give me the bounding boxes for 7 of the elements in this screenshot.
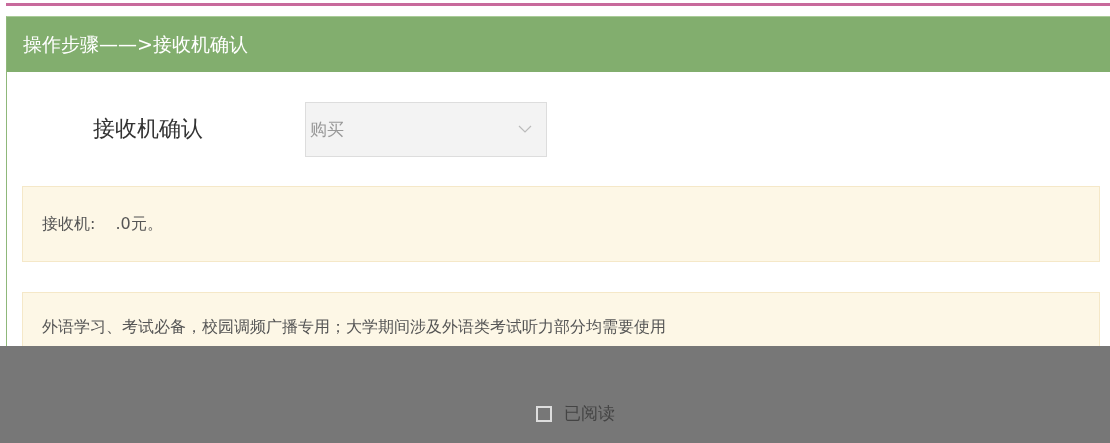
header-title: 操作步骤——>接收机确认 (23, 31, 248, 57)
price-value: .0元。 (115, 213, 163, 235)
notice-text: 外语学习、考试必备，校园调频广播专用；大学期间涉及外语类考试听力部分均需要使用 (42, 317, 666, 338)
checkbox[interactable] (535, 405, 552, 422)
price-label: 接收机: (42, 213, 96, 235)
field-label: 接收机确认 (92, 115, 204, 143)
caret-icon (518, 125, 532, 133)
